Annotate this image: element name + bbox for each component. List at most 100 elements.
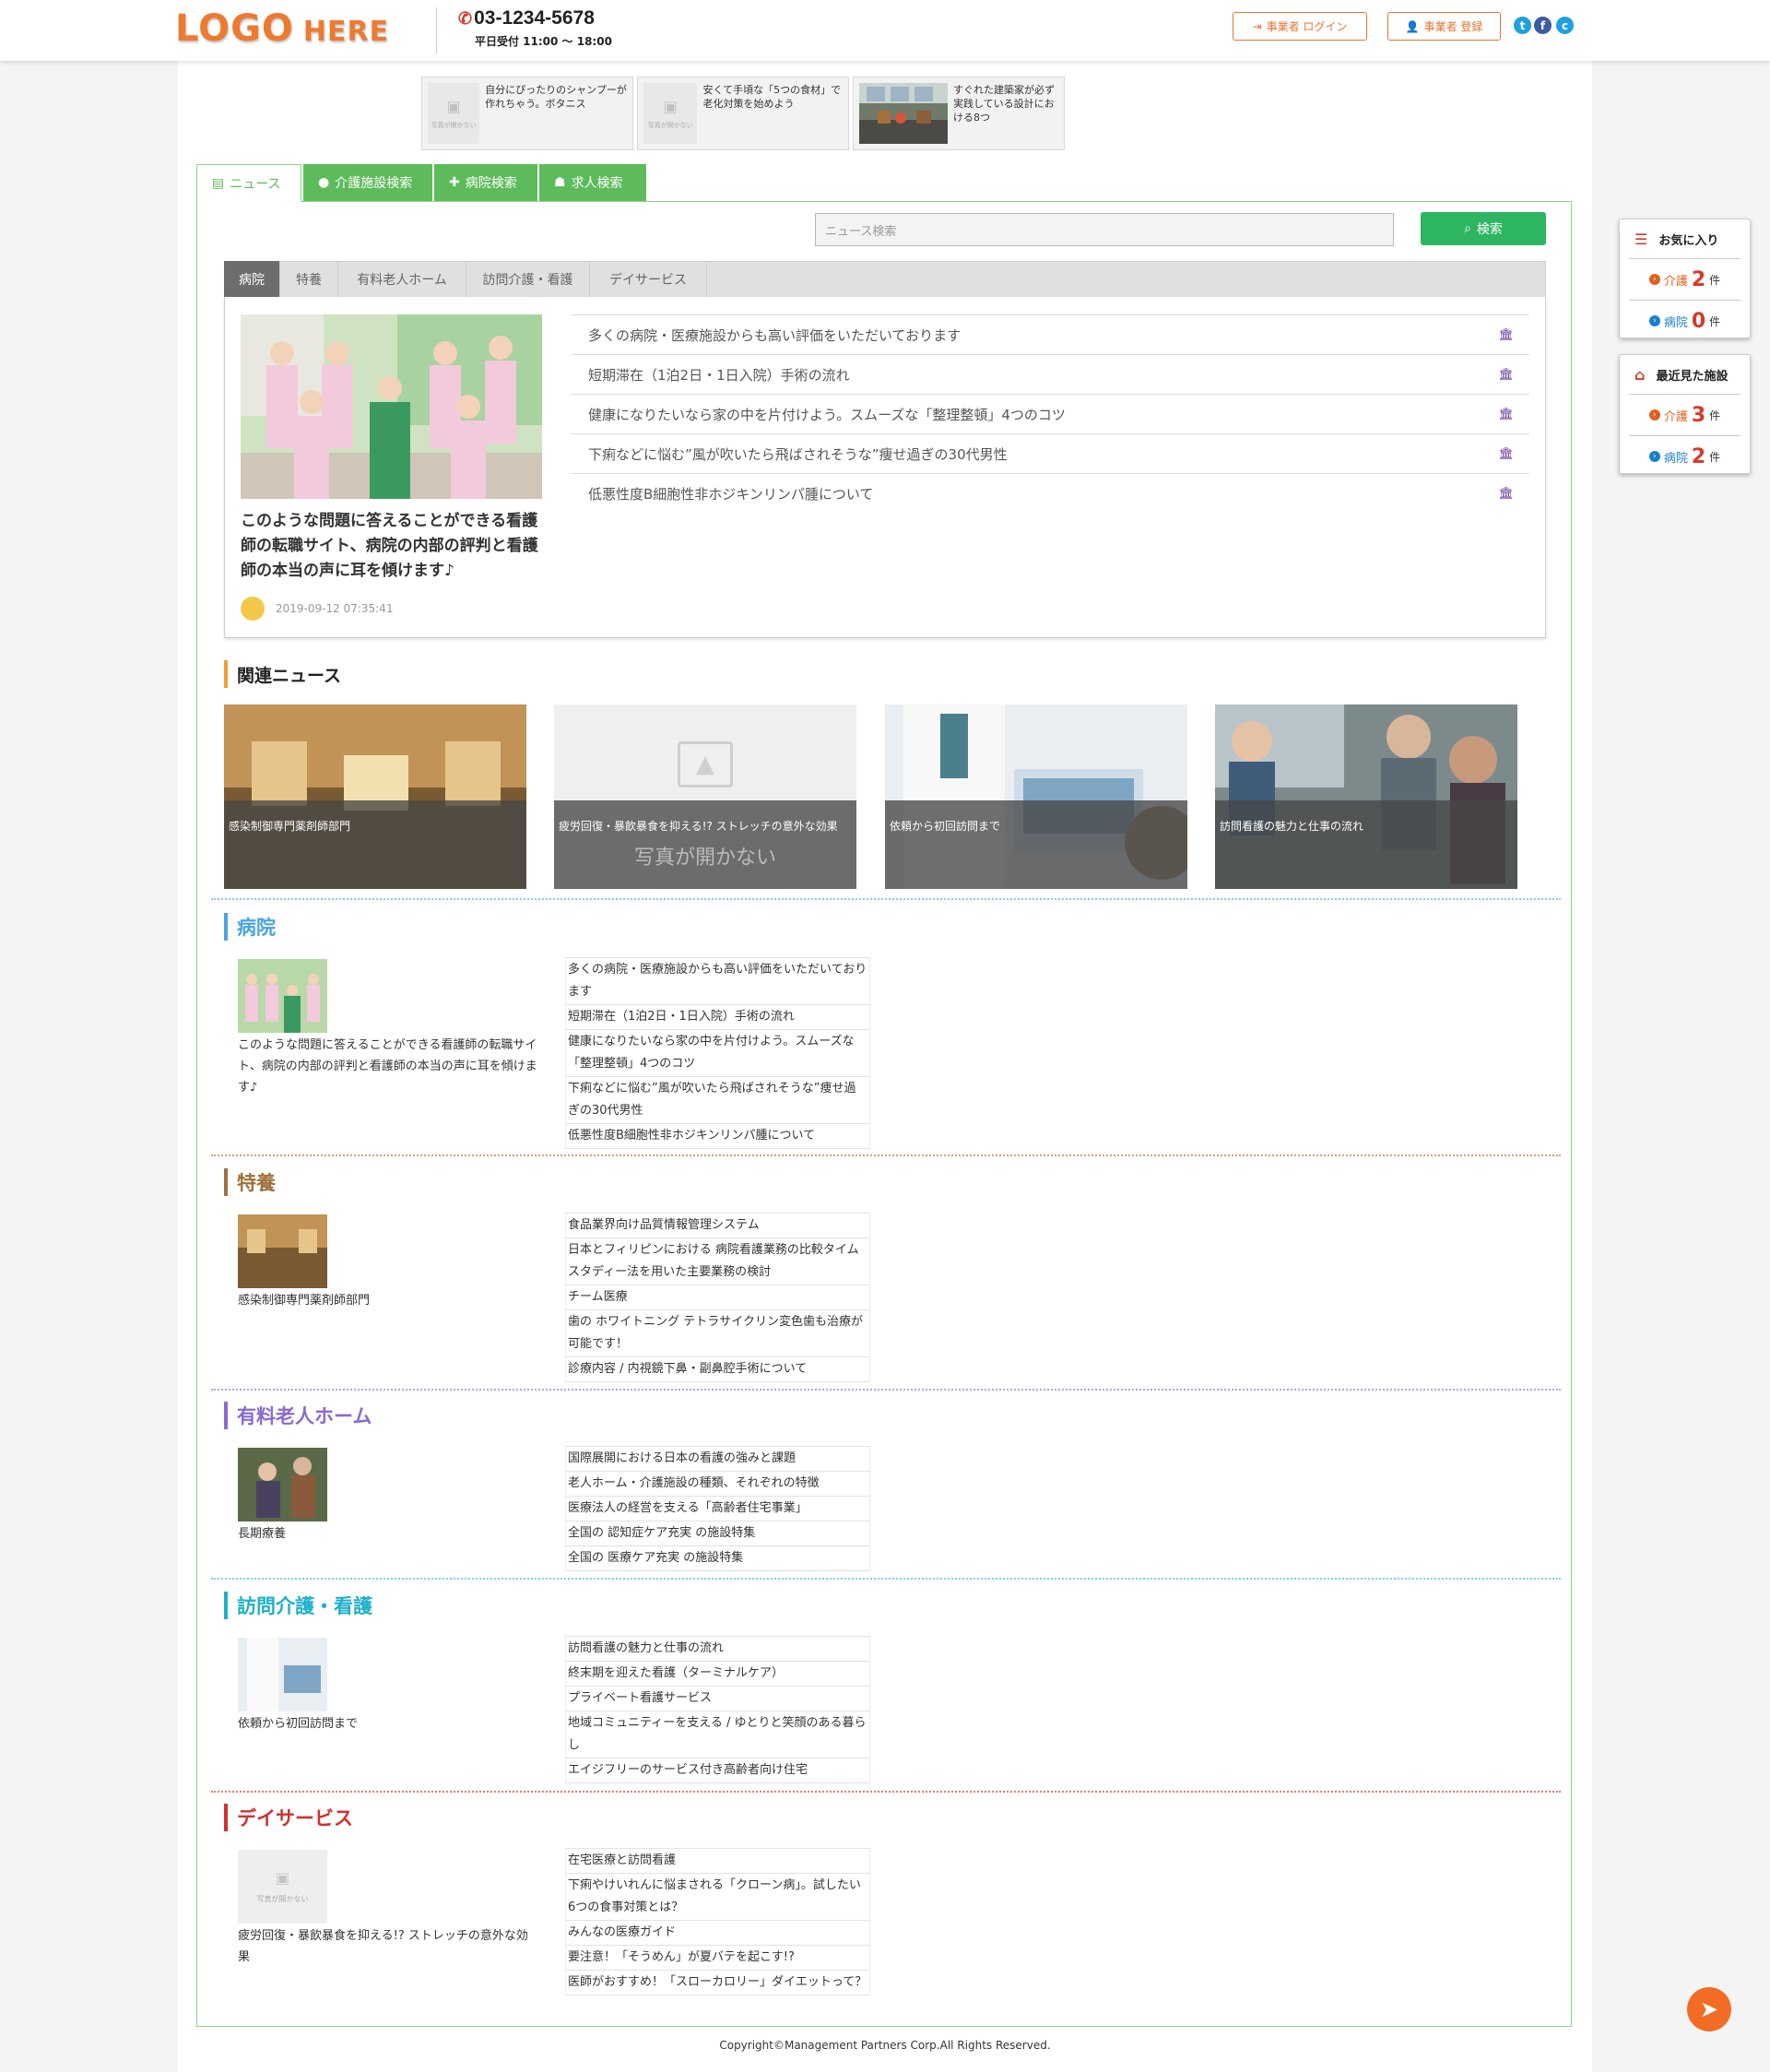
section-heading[interactable]: 訪問介護・看護 [224, 1592, 372, 1619]
main-tabs: ▤ ニュース ● 介護施設検索 ✚ 病院検索 ☗ 求人検索 [196, 164, 648, 202]
placeholder-text: 写真が開かない [647, 121, 693, 129]
image-icon: ▣ [446, 97, 461, 115]
news-item-title: 低悪性度B細胞性非ホジキンリンパ腫について [588, 485, 874, 503]
chevron-right-icon: › [1648, 451, 1660, 462]
article-link[interactable]: 食品業界向け品質情報管理システム [565, 1214, 870, 1238]
tab-hospital-search[interactable]: ✚ 病院検索 [434, 164, 537, 201]
top-thumb-card[interactable]: ▣ 写真が開かない 自分にぴったりのシャンプーが作れちゃう。ボタニス [421, 77, 633, 150]
cat-tab-home-care[interactable]: 訪問介護・看護 [466, 261, 590, 298]
article-link[interactable]: 医療法人の経営を支える「高齢者住宅事業」 [565, 1497, 870, 1521]
news-item[interactable]: 下痢などに悩む”風が吹いたら飛ばされそうな”痩せ過ぎの30代男性 🏛 [571, 433, 1529, 473]
article-link[interactable]: 下痢などに悩む”風が吹いたら飛ばされそうな”痩せ過ぎの30代男性 [565, 1077, 870, 1124]
section-heading[interactable]: 特養 [224, 1168, 276, 1196]
article-link[interactable]: 歯の ホワイトニング テトラサイクリン変色歯も治療が可能です！ [565, 1310, 870, 1357]
article-link[interactable]: 低悪性度B細胞性非ホジキンリンパ腫について [565, 1124, 870, 1149]
news-item[interactable]: 多くの病院・医療施設からも高い評価をいただいております 🏛 [571, 314, 1529, 354]
article-link[interactable]: 国際展開における日本の看護の強みと課題 [565, 1447, 870, 1472]
article-link[interactable]: 老人ホーム・介護施設の種類、それぞれの特徴 [565, 1472, 870, 1497]
section-thumbnail[interactable] [238, 1448, 327, 1521]
article-link[interactable]: 診療内容 / 内視鏡下鼻・副鼻腔手術について [565, 1357, 870, 1382]
cat-tab-hospital[interactable]: 病院 [224, 261, 280, 298]
section-article-list: 在宅医療と訪問看護 下痢やけいれんに悩まされる「クローン病」。試したい6つの食事対… [565, 1848, 870, 1995]
section-heading[interactable]: 病院 [224, 913, 276, 941]
article-link[interactable]: 訪問看護の魅力と仕事の流れ [565, 1637, 870, 1662]
related-card[interactable]: 感染制御専門薬剤師部門 [224, 704, 526, 889]
top-thumb-card[interactable]: すぐれた建築家が必ず実践している設計における8つ [853, 77, 1065, 150]
facebook-icon[interactable]: f [1534, 17, 1552, 34]
article-link[interactable]: 日本とフィリピンにおける 病院看護業務の比較タイムスタディー法を用いた主要業務の… [565, 1238, 870, 1285]
article-link[interactable]: 終末期を迎えた看護（ターミナルケア） [565, 1662, 870, 1687]
article-link[interactable]: 多くの病院・医療施設からも高い評価をいただいております [565, 958, 870, 1005]
cat-tab-nursing-home[interactable]: 有料老人ホーム [338, 261, 466, 298]
article-link[interactable]: 地域コミュニティーを支える / ゆとりと笑顔のある暮らし [565, 1711, 870, 1758]
related-caption: 依頼から初回訪問まで [885, 800, 1187, 889]
news-item[interactable]: 短期滞在（1泊2日・1日入院）手術の流れ 🏛 [571, 354, 1529, 394]
section-caption[interactable]: 感染制御専門薬剤師部門 [238, 1290, 537, 1311]
news-item[interactable]: 低悪性度B細胞性非ホジキンリンパ腫について 🏛 [571, 473, 1529, 513]
recent-hospital-count[interactable]: › 病院 2 件 [1629, 435, 1740, 477]
featured-photo[interactable] [241, 314, 542, 499]
search-button[interactable]: ⌕ 検索 [1421, 212, 1546, 245]
related-card[interactable]: 依頼から初回訪問まで [885, 704, 1187, 889]
recent-care-count[interactable]: › 介護 3 件 [1629, 394, 1740, 435]
heading-accent [224, 1804, 228, 1831]
section-thumbnail[interactable]: ▣ 写真が開かない [238, 1850, 327, 1924]
twitter-icon[interactable]: t [1514, 17, 1531, 34]
top-thumb-card[interactable]: ▣ 写真が開かない 安くて手頃な「5つの食材」で老化対策を始めよう [637, 77, 849, 150]
article-link[interactable]: 全国の 認知症ケア充実 の施設特集 [565, 1521, 870, 1546]
hospital-label: 病院 [1663, 315, 1688, 330]
cat-tab-day-service[interactable]: デイサービス [590, 261, 707, 298]
section-article-list: 食品業界向け品質情報管理システム 日本とフィリピンにおける 病院看護業務の比較タイ… [565, 1213, 870, 1382]
article-link[interactable]: 医師がおすすめ！「スローカロリー」ダイエットって？ [565, 1971, 870, 1995]
article-link[interactable]: 要注意！「そうめん」が夏バテを起こす!? [565, 1946, 870, 1971]
tab-care-facility-search[interactable]: ● 介護施設検索 [303, 164, 432, 201]
section-caption[interactable]: このような問題に答えることができる看護師の転職サイト、病院の内部の評判と看護師の… [238, 1035, 537, 1098]
favorites-care-count[interactable]: › 介護 2 件 [1629, 258, 1740, 300]
article-link[interactable]: 全国の 医療ケア充実 の施設特集 [565, 1546, 870, 1571]
favorites-hospital-count[interactable]: › 病院 0 件 [1629, 300, 1740, 341]
article-link[interactable]: 短期滞在（1泊2日・1日入院）手術の流れ [565, 1005, 870, 1030]
news-item[interactable]: 健康になりたいなら家の中を片付けよう。スムーズな「整理整頓」4つのコツ 🏛 [571, 394, 1529, 433]
phone-number[interactable]: ✆03-1234-5678 [458, 7, 595, 30]
section-caption[interactable]: 依頼から初回訪問まで [238, 1713, 537, 1735]
related-card[interactable]: 訪問看護の魅力と仕事の流れ [1215, 704, 1517, 889]
back-to-top-button[interactable]: ➤ [1687, 1987, 1731, 2031]
article-link[interactable]: チーム医療 [565, 1285, 870, 1310]
logo-sub-text: HERE [302, 16, 390, 48]
article-link[interactable]: みんなの医療ガイド [565, 1921, 870, 1946]
institution-icon: 🏛 [1498, 446, 1514, 461]
section-heading[interactable]: デイサービス [224, 1804, 353, 1831]
chevron-right-icon: › [1648, 274, 1660, 285]
business-login-button[interactable]: ⇥ 事業者 ログイン [1233, 12, 1367, 41]
article-link[interactable]: 在宅医療と訪問看護 [565, 1849, 870, 1874]
article-link[interactable]: プライベート看護サービス [565, 1687, 870, 1711]
section-thumbnail[interactable] [238, 1214, 327, 1288]
tab-news[interactable]: ▤ ニュース [196, 164, 301, 202]
unit-label: 件 [1709, 408, 1721, 422]
phone-text: 03-1234-5678 [474, 7, 595, 29]
business-register-button[interactable]: 👤 事業者 登録 [1387, 12, 1501, 41]
section-title: 訪問介護・看護 [237, 1595, 372, 1617]
featured-title[interactable]: このような問題に答えることができる看護師の転職サイト、病院の内部の評判と看護師の… [241, 509, 548, 584]
section-thumbnail[interactable] [238, 1638, 327, 1711]
home-icon: ⌂ [1634, 365, 1646, 384]
section-caption[interactable]: 疲労回復・暴飲暴食を抑える!? ストレッチの意外な効果 [238, 1925, 537, 1968]
institution-icon: 🏛 [1498, 486, 1514, 501]
section-heading[interactable]: 有料老人ホーム [224, 1402, 372, 1429]
article-link[interactable]: 下痢やけいれんに悩まされる「クローン病」。試したい6つの食事対策とは？ [565, 1874, 870, 1921]
section-caption[interactable]: 長期療養 [238, 1523, 537, 1545]
related-card[interactable]: ▲ 写真が開かない 疲労回復・暴飲暴食を抑える!? ストレッチの意外な効果 [554, 704, 856, 889]
article-link[interactable]: エイジフリーのサービス付き高齢者向け住宅 [565, 1758, 870, 1783]
news-item-title: 短期滞在（1泊2日・1日入院）手術の流れ [588, 366, 850, 384]
section-thumbnail[interactable] [238, 959, 327, 1033]
site-logo[interactable]: LOGO HERE [175, 7, 389, 50]
share-icon[interactable]: c [1556, 17, 1574, 34]
article-link[interactable]: 健康になりたいなら家の中を片付けよう。スムーズな「整理整頓」4つのコツ [565, 1030, 870, 1077]
section-divider [211, 1154, 1561, 1156]
arrow-up-icon: ➤ [1699, 1996, 1719, 2022]
hospital-count: 0 [1691, 309, 1706, 333]
news-search-input[interactable]: ニュース検索 [815, 213, 1394, 246]
tab-job-search[interactable]: ☗ 求人検索 [539, 164, 646, 201]
unit-label: 件 [1709, 273, 1721, 287]
cat-tab-tokuyo[interactable]: 特養 [280, 261, 338, 298]
